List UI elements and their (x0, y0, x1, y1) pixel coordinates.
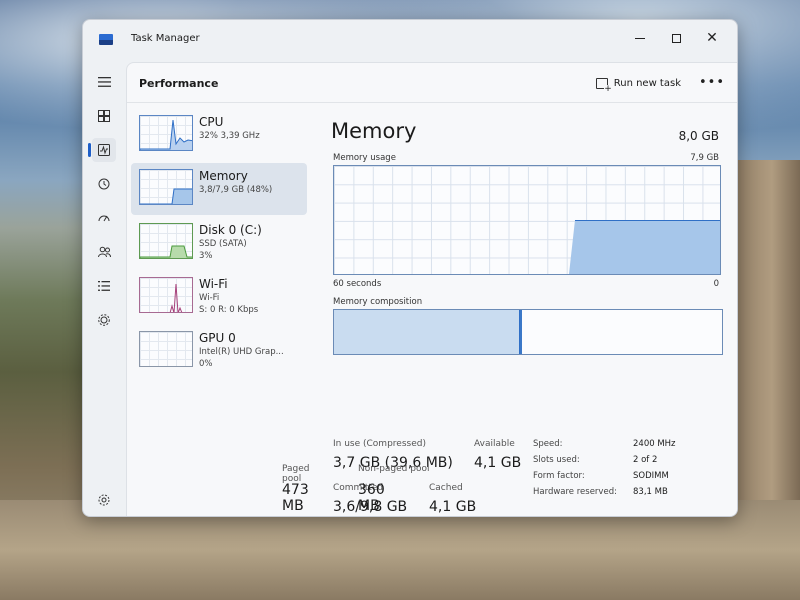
paged-pool-value: 473 MB (282, 482, 309, 514)
available-label: Available (474, 439, 515, 449)
run-new-task-label: Run new task (613, 77, 681, 89)
close-icon: ✕ (706, 30, 718, 46)
close-button[interactable]: ✕ (695, 26, 729, 50)
hardware-reserved-value: 83,1 MB (633, 487, 668, 497)
detail-title: Memory (331, 119, 417, 143)
nav-app-history[interactable] (92, 172, 116, 196)
perf-item-gpu[interactable]: GPU 0 Intel(R) UHD Grap... 0% (131, 325, 307, 377)
processes-icon (98, 110, 110, 122)
more-options-button[interactable]: ••• (699, 71, 726, 93)
memory-thumbnail-graph (139, 169, 193, 205)
slots-used-label: Slots used: (533, 455, 580, 465)
nav-startup-apps[interactable] (92, 206, 116, 230)
page-title: Performance (139, 77, 219, 90)
composition-modified (520, 310, 522, 354)
services-icon (98, 314, 110, 326)
task-manager-window: Task Manager ✕ Performance + Run new tas… (82, 19, 738, 517)
main-content: Performance Run new task ••• CPU 32% 3,3… (126, 62, 737, 516)
nav-users[interactable] (92, 240, 116, 264)
details-icon (98, 281, 110, 291)
in-use-label: In use (Compressed) (333, 439, 426, 449)
perf-item-cpu[interactable]: CPU 32% 3,39 GHz (131, 109, 307, 161)
settings-button[interactable] (94, 490, 114, 510)
disk-thumbnail-graph (139, 223, 193, 259)
perf-item-detail: 3,8/7,9 GB (48%) (199, 185, 273, 195)
graph-axis-start: 60 seconds (333, 279, 382, 289)
hardware-reserved-label: Hardware reserved: (533, 487, 617, 497)
composition-in-use (334, 310, 520, 354)
paged-pool-label: Paged pool (282, 464, 310, 484)
perf-item-disk[interactable]: Disk 0 (C:) SSD (SATA) 3% (131, 217, 307, 269)
performance-icon (98, 144, 110, 156)
memory-usage-label: Memory usage (333, 153, 396, 163)
perf-item-detail: SSD (SATA) (199, 239, 247, 249)
run-new-task-icon (595, 77, 612, 94)
speed-value: 2400 MHz (633, 439, 676, 449)
cached-label: Cached (429, 483, 463, 493)
form-factor-value: SODIMM (633, 471, 669, 481)
gpu-thumbnail-graph (139, 331, 193, 367)
nav-performance[interactable] (88, 138, 116, 162)
cpu-thumbnail-graph (139, 115, 193, 151)
memory-composition-bar (333, 309, 723, 355)
perf-item-throughput: S: 0 R: 0 Kbps (199, 305, 259, 315)
memory-usage-graph (333, 165, 721, 275)
perf-item-name: CPU (199, 115, 224, 129)
users-icon (97, 246, 111, 258)
maximize-icon (671, 33, 681, 43)
slots-used-value: 2 of 2 (633, 455, 658, 465)
perf-item-detail: Intel(R) UHD Grap... (199, 347, 284, 357)
perf-item-detail: 32% 3,39 GHz (199, 131, 260, 141)
nav-services[interactable] (92, 308, 116, 332)
minimize-icon (635, 37, 645, 39)
speed-label: Speed: (533, 439, 563, 449)
non-paged-pool-value: 360 MB (358, 482, 385, 514)
perf-item-name: Memory (199, 169, 248, 183)
perf-item-usage: 3% (199, 251, 213, 261)
hamburger-icon (97, 77, 111, 87)
cached-value: 4,1 GB (429, 499, 477, 515)
more-icon: ••• (699, 74, 726, 90)
memory-composition-label: Memory composition (333, 297, 423, 307)
settings-icon (98, 494, 110, 506)
perf-item-wifi[interactable]: Wi-Fi Wi-Fi S: 0 R: 0 Kbps (131, 271, 307, 323)
nav-processes[interactable] (92, 104, 116, 128)
minimize-button[interactable] (623, 26, 657, 50)
form-factor-label: Form factor: (533, 471, 585, 481)
maximize-button[interactable] (659, 26, 693, 50)
non-paged-pool-label: Non-paged pool (358, 464, 430, 474)
task-manager-app-icon (99, 34, 113, 45)
run-new-task-button[interactable]: Run new task (592, 72, 685, 94)
total-memory: 8,0 GB (678, 129, 719, 143)
perf-item-detail: Wi-Fi (199, 293, 220, 303)
memory-usage-fill (575, 220, 720, 274)
memory-usage-max: 7,9 GB (690, 153, 719, 163)
graph-axis-end: 0 (713, 279, 719, 289)
memory-detail-panel: Memory 8,0 GB Memory usage 7,9 GB 60 sec… (327, 105, 727, 515)
window-title: Task Manager (131, 33, 200, 44)
navigation-rail (83, 60, 125, 516)
perf-item-name: GPU 0 (199, 331, 236, 345)
perf-item-name: Wi-Fi (199, 277, 228, 291)
available-value: 4,1 GB (474, 455, 522, 471)
wifi-thumbnail-graph (139, 277, 193, 313)
app-history-icon (98, 178, 110, 190)
hamburger-menu-button[interactable] (92, 70, 116, 94)
perf-item-memory[interactable]: Memory 3,8/7,9 GB (48%) (131, 163, 307, 215)
command-bar: Performance Run new task ••• (127, 63, 737, 103)
performance-resource-list: CPU 32% 3,39 GHz Memory 3,8/7,9 GB (48%)… (127, 105, 307, 515)
perf-item-name: Disk 0 (C:) (199, 223, 262, 237)
perf-item-usage: 0% (199, 359, 213, 369)
startup-apps-icon (98, 215, 110, 222)
title-bar[interactable]: Task Manager ✕ (83, 20, 737, 60)
nav-details[interactable] (92, 274, 116, 298)
